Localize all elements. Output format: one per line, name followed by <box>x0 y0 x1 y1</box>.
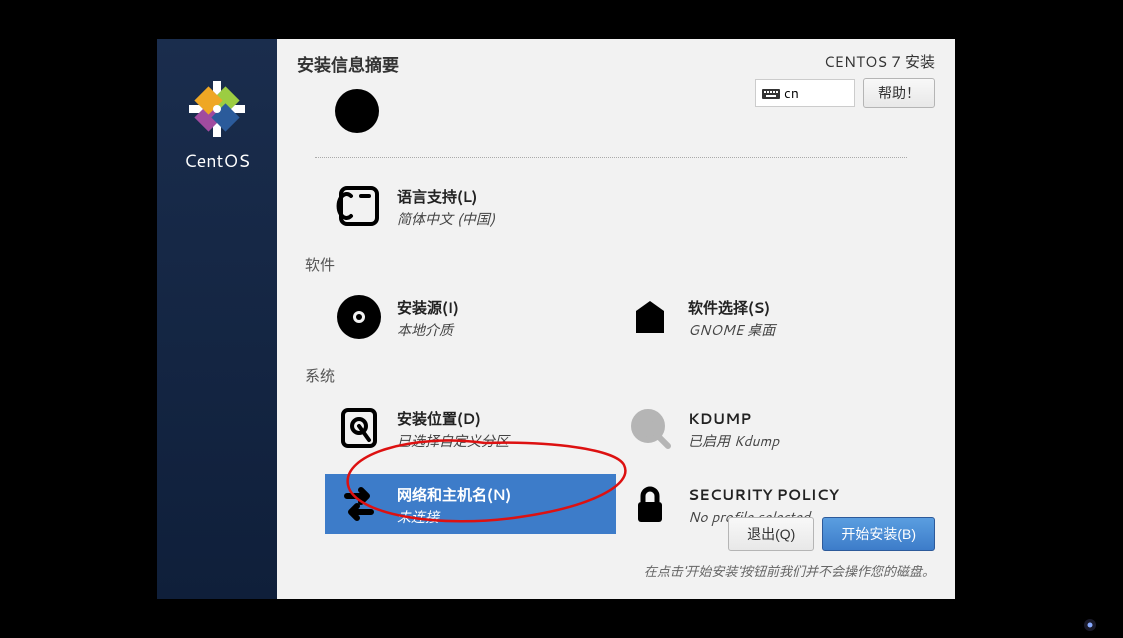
spoke-network-hostname[interactable]: 网络和主机名(N) 未连接 <box>325 474 616 534</box>
harddrive-icon <box>335 404 383 452</box>
spoke-status: 本地介质 <box>397 320 459 340</box>
spoke-title: 安装位置(D) <box>397 408 509 429</box>
section-software-label: 软件 <box>305 254 907 275</box>
spoke-text: 安装源(I) 本地介质 <box>397 293 459 340</box>
spoke-title: 语言支持(L) <box>397 186 495 207</box>
main-panel: 安装信息摘要 CENTOS 7 安装 cn 帮助！ <box>277 39 955 599</box>
software-grid: 安装源(I) 本地介质 软件选择(S) GNOME 桌面 <box>325 287 907 347</box>
system-grid: 安装位置(D) 已选择自定义分区 KDUMP 已启用 Kdump <box>325 398 907 534</box>
spoke-install-destination[interactable]: 安装位置(D) 已选择自定义分区 <box>325 398 616 458</box>
spoke-status: 已选择自定义分区 <box>397 431 509 451</box>
section-system-label: 系统 <box>305 365 907 386</box>
keyboard-layout-text: cn <box>784 83 799 103</box>
footer-buttons: 退出(Q) 开始安装(B) <box>728 517 935 551</box>
help-button[interactable]: 帮助！ <box>863 78 935 108</box>
keyboard-icon <box>762 86 780 100</box>
page-title: 安装信息摘要 <box>297 51 399 77</box>
spoke-title: SECURITY POLICY <box>688 484 839 505</box>
language-icon <box>335 182 383 230</box>
taskbar-indicator-icon <box>1083 615 1097 629</box>
spoke-text: 语言支持(L) 简体中文 (中国) <box>397 182 495 229</box>
header-controls: cn 帮助！ <box>755 78 935 108</box>
spoke-title: KDUMP <box>688 408 779 429</box>
spoke-status: 简体中文 (中国) <box>397 209 495 229</box>
quit-button[interactable]: 退出(Q) <box>728 517 814 551</box>
spoke-text: 网络和主机名(N) 未连接 <box>397 480 511 527</box>
header-right: CENTOS 7 安装 cn 帮助！ <box>755 51 935 108</box>
spoke-text: 软件选择(S) GNOME 桌面 <box>688 293 775 340</box>
spoke-title: 软件选择(S) <box>688 297 775 318</box>
spoke-kdump[interactable]: KDUMP 已启用 Kdump <box>616 398 907 458</box>
product-label: CENTOS 7 安装 <box>824 51 935 72</box>
spoke-status: 已启用 Kdump <box>688 431 779 451</box>
sidebar: CentOS <box>157 39 277 599</box>
package-icon <box>626 293 674 341</box>
spoke-install-source[interactable]: 安装源(I) 本地介质 <box>325 287 616 347</box>
spoke-language-support[interactable]: 语言支持(L) 简体中文 (中国) <box>325 176 907 236</box>
section-divider <box>315 157 907 158</box>
network-icon <box>335 480 383 528</box>
spoke-text: KDUMP 已启用 Kdump <box>688 404 779 451</box>
footer-hint: 在点击'开始安装'按钮前我们并不会操作您的磁盘。 <box>644 561 935 581</box>
disc-icon <box>335 293 383 341</box>
sidebar-brand-text: CentOS <box>184 147 250 173</box>
spoke-text: 安装位置(D) 已选择自定义分区 <box>397 404 509 451</box>
clock-icon <box>333 87 381 135</box>
keyboard-layout-indicator[interactable]: cn <box>755 79 855 107</box>
spoke-status: 未连接 <box>397 507 511 527</box>
spoke-software-selection[interactable]: 软件选择(S) GNOME 桌面 <box>616 287 907 347</box>
begin-install-button[interactable]: 开始安装(B) <box>822 517 935 551</box>
content-area: 语言支持(L) 简体中文 (中国) 软件 安装源(I) 本地介质 <box>277 109 955 534</box>
spoke-status: GNOME 桌面 <box>688 320 775 340</box>
kdump-icon <box>626 404 674 452</box>
spoke-title: 安装源(I) <box>397 297 459 318</box>
footer-row: 退出(Q) 开始安装(B) 在点击'开始安装'按钮前我们并不会操作您的磁盘。 <box>644 517 935 581</box>
centos-logo-icon <box>187 79 247 139</box>
spoke-title: 网络和主机名(N) <box>397 484 511 505</box>
